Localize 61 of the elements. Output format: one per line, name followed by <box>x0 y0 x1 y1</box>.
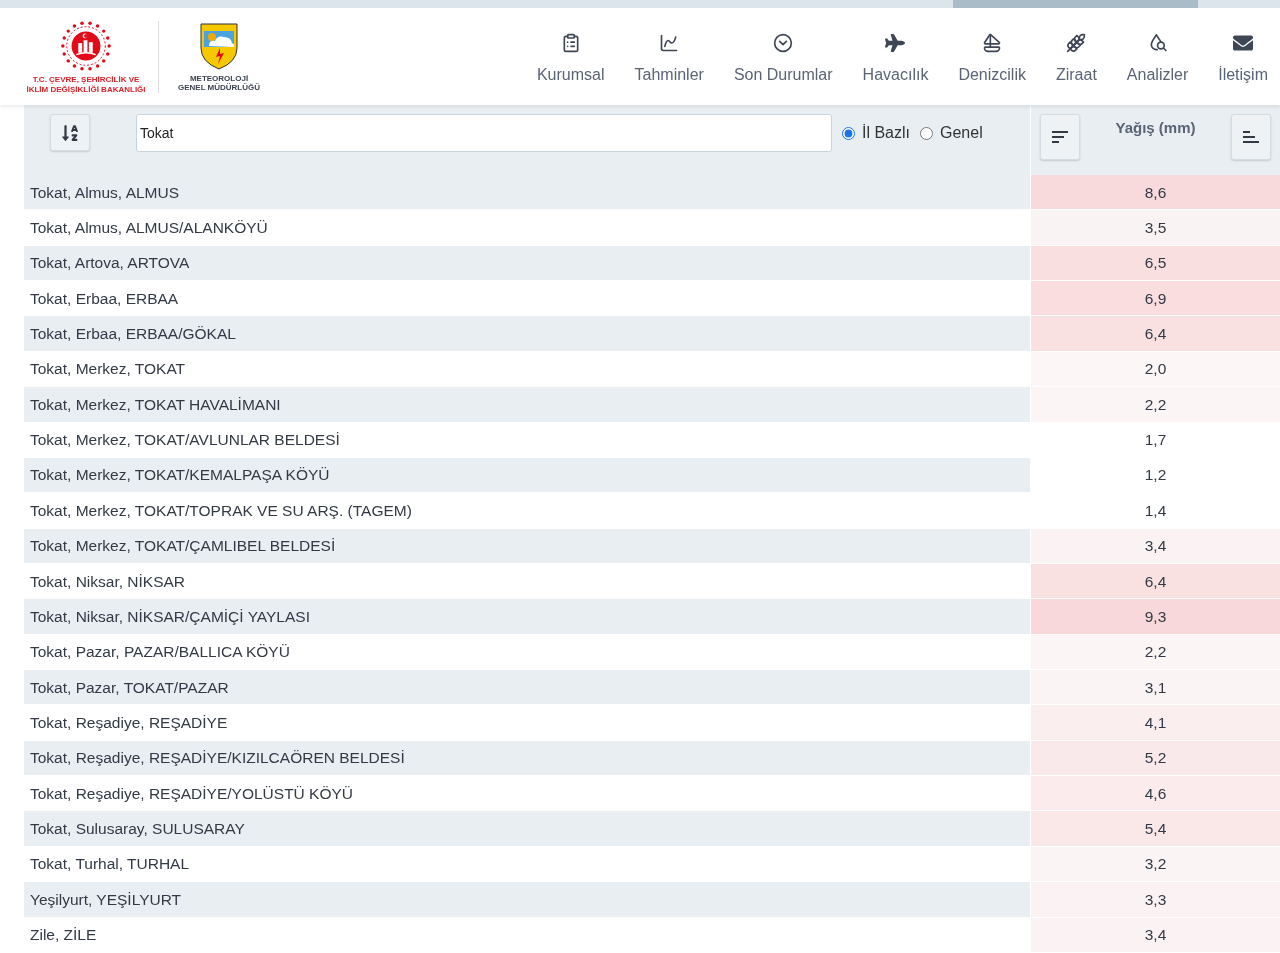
nav-link[interactable]: Denizcilik <box>958 32 1026 87</box>
station-cell: Tokat, Reşadiye, REŞADİYE/KIZILCAÖREN BELDESİ <box>24 740 1031 776</box>
radio-button[interactable] <box>920 126 933 140</box>
station-cell: Tokat, Merkez, TOKAT HAVALİMANI <box>24 387 1031 422</box>
radio-label: İl Bazlı <box>862 123 910 143</box>
nav-link[interactable]: Havacılık <box>862 32 929 87</box>
agency-name: GENEL MÜDÜRLÜĞÜ <box>177 82 261 92</box>
value-cell: 4,6 <box>1031 776 1280 811</box>
value-cell: 6,5 <box>1031 245 1280 281</box>
shield-logo <box>199 21 239 70</box>
station-cell: Tokat, Almus, ALMUS <box>24 175 1031 210</box>
nav-link[interactable]: Tahminler <box>634 32 704 87</box>
station-cell: Yeşilyurt, YEŞİLYURT <box>24 882 1031 917</box>
envelope-icon <box>1233 33 1254 53</box>
sort-lines-icon <box>1243 131 1259 143</box>
value-cell: 3,3 <box>1031 882 1280 917</box>
agency-name: METEOROLOJİ <box>189 73 249 83</box>
value-cell: 3,4 <box>1031 917 1280 952</box>
search-field[interactable]: Tokat <box>136 114 832 152</box>
station-cell: Tokat, Sulusaray, SULUSARAY <box>24 811 1031 846</box>
sailboat-icon <box>982 33 1003 53</box>
chevron-circle-icon <box>773 33 794 53</box>
sort-lines-icon <box>1052 131 1068 143</box>
radio-button[interactable] <box>842 126 855 140</box>
station-cell: Tokat, Artova, ARTOVA <box>24 245 1031 281</box>
nav-link[interactable]: Ziraat <box>1055 32 1097 87</box>
nav-link[interactable]: Son Durumlar <box>733 32 833 87</box>
radio-label: Genel <box>940 123 983 143</box>
value-cell: 6,4 <box>1031 563 1280 599</box>
sort-button[interactable] <box>50 114 90 151</box>
value-cell: 3,1 <box>1031 670 1280 705</box>
column-header: Yağış (mm) <box>1114 118 1197 138</box>
station-cell: Tokat, Merkez, TOKAT/ÇAMLIBEL BELDESİ <box>24 528 1031 563</box>
station-cell: Tokat, Niksar, NİKSAR/ÇAMİÇİ YAYLASI <box>24 599 1031 634</box>
line-chart-icon <box>659 33 680 53</box>
value-cell: 2,0 <box>1031 351 1280 387</box>
plane-icon <box>885 33 906 53</box>
value-cell: 3,4 <box>1031 528 1280 563</box>
value-cell: 3,2 <box>1031 846 1280 882</box>
nav-link[interactable]: Analizler <box>1126 32 1189 87</box>
value-cell: 3,5 <box>1031 210 1280 245</box>
wheat-icon <box>1066 33 1087 53</box>
station-cell: Tokat, Erbaa, ERBAA/GÖKAL <box>24 316 1031 351</box>
sort-alpha-icon <box>61 123 79 142</box>
sort-button[interactable] <box>1040 114 1080 160</box>
value-cell: 8,6 <box>1031 175 1280 210</box>
value-cell: 5,2 <box>1031 740 1280 776</box>
nav-link[interactable]: Kurumsal <box>536 32 605 87</box>
value-cell: 9,3 <box>1031 599 1280 634</box>
nav-link[interactable]: İletişim <box>1218 32 1268 87</box>
ministry-name: İKLİM DEĞİŞİKLİĞİ BAKANLIĞI <box>26 84 146 95</box>
value-cell: 2,2 <box>1031 387 1280 422</box>
value-cell: 5,4 <box>1031 811 1280 846</box>
value-cell: 6,4 <box>1031 316 1280 351</box>
sort-button[interactable] <box>1231 114 1271 160</box>
ministry-name: T.C. ÇEVRE, ŞEHİRCİLİK VE <box>32 74 140 84</box>
station-cell: Tokat, Pazar, TOKAT/PAZAR <box>24 670 1031 705</box>
value-cell: 4,1 <box>1031 705 1280 740</box>
station-cell: Tokat, Merkez, TOKAT/KEMALPAŞA KÖYÜ <box>24 457 1031 493</box>
value-cell: 2,2 <box>1031 634 1280 670</box>
value-cell: 6,9 <box>1031 281 1280 316</box>
